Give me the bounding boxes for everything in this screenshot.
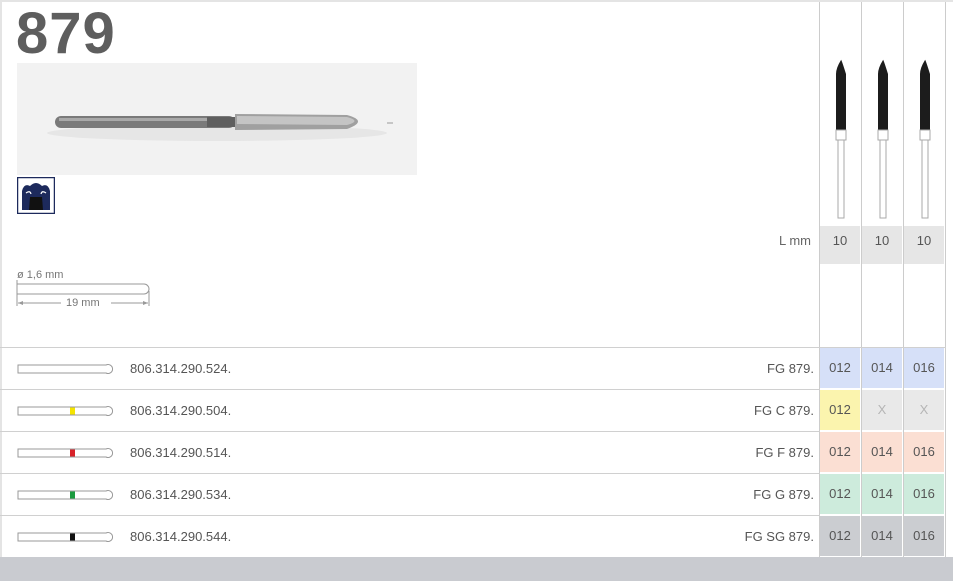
bur-outline-icon bbox=[17, 448, 113, 458]
length-mm-label: L mm bbox=[778, 233, 811, 248]
size-cell[interactable]: 012 bbox=[820, 474, 860, 514]
bur-photo bbox=[17, 63, 417, 175]
article-number: 806.314.290.504. bbox=[130, 403, 232, 418]
size-cell[interactable]: 014 bbox=[862, 348, 902, 388]
size-cell[interactable]: 014 bbox=[862, 474, 902, 514]
size-cell[interactable]: 012 bbox=[820, 348, 860, 388]
length-value: 10 bbox=[820, 226, 860, 264]
table-row[interactable]: 806.314.290.524. FG 879. bbox=[0, 347, 820, 390]
table-row[interactable]: 806.314.290.544. FG SG 879. bbox=[0, 515, 820, 558]
bur-schematic-icon bbox=[835, 59, 847, 219]
bur-outline-icon bbox=[17, 364, 113, 374]
color-band bbox=[70, 491, 75, 499]
product-code: FG SG 879. bbox=[744, 529, 814, 544]
crown-preparation-icon bbox=[17, 177, 55, 214]
page-title: 879 bbox=[16, 1, 116, 66]
size-unavailable: X bbox=[904, 390, 944, 430]
bur-outline-icon bbox=[17, 490, 113, 500]
product-code: FG G 879. bbox=[753, 487, 814, 502]
table-row[interactable]: 806.314.290.514. FG F 879. bbox=[0, 431, 820, 474]
article-number: 806.314.290.524. bbox=[130, 361, 232, 376]
bur-outline-icon bbox=[17, 532, 113, 542]
article-number: 806.314.290.514. bbox=[130, 445, 232, 460]
color-band bbox=[70, 533, 75, 541]
table-row[interactable]: 806.314.290.534. FG G 879. bbox=[0, 473, 820, 516]
article-number: 806.314.290.534. bbox=[130, 487, 232, 502]
size-unavailable: X bbox=[862, 390, 902, 430]
size-cell[interactable]: 012 bbox=[820, 432, 860, 472]
size-cell[interactable]: 016 bbox=[904, 516, 944, 556]
size-cell[interactable]: 016 bbox=[904, 474, 944, 514]
footer-band bbox=[0, 557, 953, 581]
bur-schematics bbox=[835, 59, 931, 219]
size-cell[interactable]: 012 bbox=[820, 516, 860, 556]
length-label: 19 mm bbox=[64, 297, 102, 309]
bur-outline-icon bbox=[17, 406, 113, 416]
size-cell[interactable]: 012 bbox=[820, 390, 860, 430]
product-code: FG 879. bbox=[767, 361, 814, 376]
product-code: FG F 879. bbox=[755, 445, 814, 460]
length-value: 10 bbox=[862, 226, 902, 264]
length-value: 10 bbox=[904, 226, 944, 264]
product-code: FG C 879. bbox=[754, 403, 814, 418]
size-cell[interactable]: 014 bbox=[862, 516, 902, 556]
color-band bbox=[70, 449, 75, 457]
size-cell[interactable]: 016 bbox=[904, 348, 944, 388]
size-cell[interactable]: 016 bbox=[904, 432, 944, 472]
article-number: 806.314.290.544. bbox=[130, 529, 232, 544]
table-top-border bbox=[0, 347, 946, 348]
color-band bbox=[70, 407, 75, 415]
table-row[interactable]: 806.314.290.504. FG C 879. bbox=[0, 389, 820, 432]
size-cell[interactable]: 014 bbox=[862, 432, 902, 472]
